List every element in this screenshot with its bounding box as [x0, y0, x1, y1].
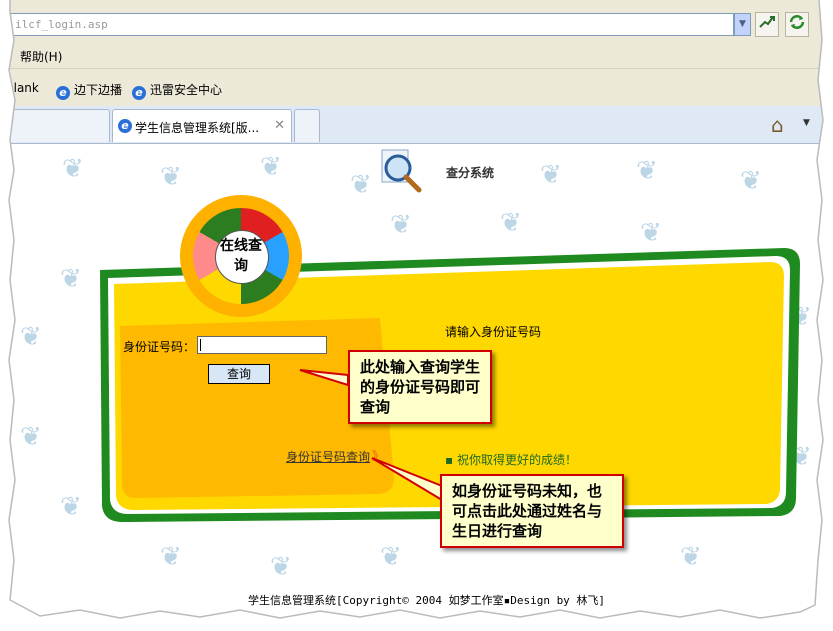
screenshot: ilcf_login.asp ▼ 帮助(H) blank e 边下边播 e 迅雷安全… [0, 0, 833, 631]
leaf-pattern-icon: ❦ [740, 166, 762, 196]
copyright-footer: 学生信息管理系统[Copyright© 2004 如梦工作室▪Design by… [248, 594, 606, 607]
leaf-pattern-icon: ❦ [62, 154, 84, 184]
input-hint: 请输入身份证号码 [445, 325, 542, 339]
logo-text: 在线查询 [220, 238, 262, 274]
go-icon[interactable] [755, 12, 779, 37]
menu-bar: 帮助(H) [0, 44, 833, 69]
address-dropdown-icon[interactable]: ▼ [734, 13, 751, 36]
leaf-pattern-icon: ❦ [20, 422, 42, 452]
id-number-label: 身份证号码： [123, 340, 196, 354]
leaf-pattern-icon: ❦ [540, 160, 562, 190]
leaf-pattern-icon: ❦ [160, 542, 182, 572]
menu-help[interactable]: 帮助(H) [20, 48, 62, 65]
magnifier-icon [381, 149, 422, 193]
tab-active[interactable]: e 学生信息管理系统[版... ✕ [112, 109, 292, 142]
favorite-item[interactable]: e 边下边播 [56, 81, 122, 100]
favorite-label: blank [6, 81, 39, 95]
home-icon[interactable]: ⌂ [771, 113, 784, 137]
ie-icon: e [118, 119, 132, 133]
leaf-pattern-icon: ❦ [350, 170, 372, 200]
leaf-pattern-icon: ❦ [60, 492, 82, 522]
leaf-pattern-icon: ❦ [270, 552, 292, 582]
new-tab-button[interactable] [294, 109, 320, 142]
callout-input-tip: 此处输入查询学生的身份证号码即可查询 [348, 350, 492, 424]
leaf-pattern-icon: ❦ [160, 162, 182, 192]
tab-title: 学生信息管理系统[版... [135, 121, 260, 135]
address-input[interactable]: ilcf_login.asp [0, 13, 734, 36]
tab-bar: e 学生信息管理系统[版... ✕ [0, 106, 833, 144]
address-bar: ilcf_login.asp ▼ [0, 0, 833, 45]
refresh-icon[interactable] [785, 12, 809, 37]
leaf-pattern-icon: ❦ [260, 152, 282, 182]
leaf-pattern-icon: ❦ [20, 322, 42, 352]
wish-text: ▪ 祝你取得更好的成绩！ [445, 453, 577, 467]
favorite-label: 边下边播 [74, 83, 123, 97]
id-lookup-link[interactable]: 身份证号码查询 [286, 448, 370, 465]
text-caret [200, 339, 201, 351]
favorite-item[interactable]: e 迅雷安全中心 [132, 81, 222, 100]
leaf-pattern-icon: ❦ [390, 210, 412, 240]
leaf-pattern-icon: ❦ [640, 218, 662, 248]
close-icon[interactable]: ✕ [274, 118, 285, 133]
leaf-pattern-icon: ❦ [636, 156, 658, 186]
leaf-pattern-icon: ❦ [680, 542, 702, 572]
callout-lookup-tip: 如身份证号码未知，也可点击此处通过姓名与生日进行查询 [440, 474, 624, 548]
system-title: 查分系统 [446, 166, 495, 180]
leaf-pattern-icon: ❦ [60, 264, 82, 294]
leaf-pattern-icon: ❦ [380, 542, 402, 572]
leaf-pattern-icon: ❦ [500, 208, 522, 238]
id-number-input[interactable] [197, 336, 327, 354]
tab-previous[interactable] [0, 109, 110, 142]
favorites-bar: blank e 边下边播 e 迅雷安全中心 [0, 69, 833, 106]
ie-icon: e [132, 86, 146, 100]
chevron-down-icon[interactable]: ▼ [803, 118, 810, 128]
ie-icon: e [56, 86, 70, 100]
favorite-blank[interactable]: blank [6, 81, 39, 95]
double-arrow-icon[interactable]: 》 [372, 447, 384, 464]
favorite-label: 迅雷安全中心 [150, 83, 223, 97]
query-button[interactable]: 查询 [208, 364, 270, 384]
